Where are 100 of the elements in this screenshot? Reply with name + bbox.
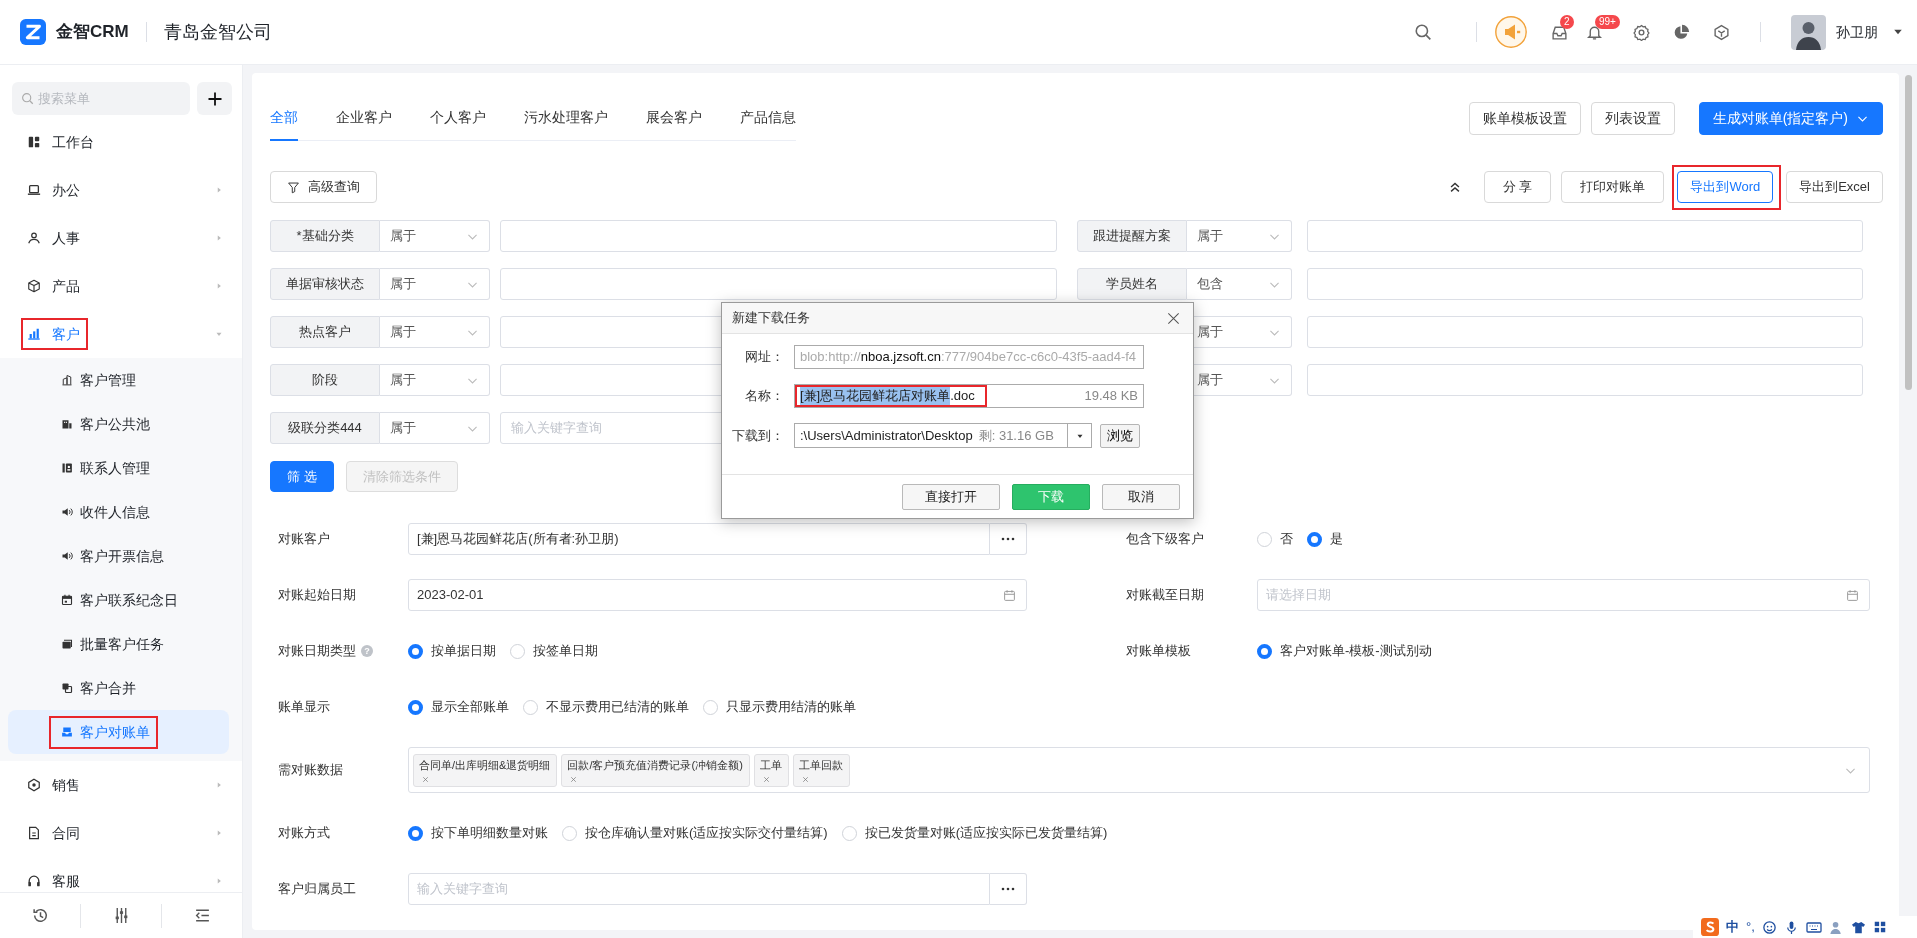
operator-select[interactable]: 属于 — [1187, 220, 1292, 252]
button[interactable]: 导出到Excel — [1786, 171, 1883, 203]
filter-input[interactable] — [1307, 316, 1863, 348]
radio-button[interactable] — [408, 825, 423, 841]
selected-tag[interactable]: 合同单/出库明细&退货明细 — [413, 753, 558, 787]
button[interactable]: 取消 — [1102, 483, 1180, 510]
menu-item[interactable]: 客户对账单 — [8, 710, 229, 754]
button[interactable]: 账单模板设置 — [1468, 101, 1581, 135]
path-field[interactable]: :\Users\Administrator\Desktop 剩: 31.16 GB — [794, 423, 1068, 448]
pie-chart-icon[interactable] — [1673, 23, 1690, 41]
shirt-icon[interactable] — [1850, 919, 1866, 935]
tab[interactable]: 产品信息 — [740, 95, 796, 141]
collapse-menu-icon[interactable] — [193, 907, 211, 924]
settings-icon[interactable] — [1633, 23, 1650, 41]
close-icon[interactable] — [1166, 311, 1181, 327]
remove-icon[interactable] — [569, 774, 579, 784]
menu-item[interactable]: 客户管理 — [8, 358, 229, 402]
operator-select[interactable]: 属于 — [380, 268, 490, 300]
more-button[interactable] — [990, 523, 1027, 555]
selected-tag[interactable]: 工单回款 — [792, 753, 850, 787]
multi-select-field[interactable]: 合同单/出库明细&退货明细 回款/客户预充值消费记录(冲销金额) 工单 工单回款 — [408, 747, 1870, 793]
input-mode[interactable]: 中 — [1726, 917, 1739, 937]
dropdown-button[interactable] — [1068, 423, 1092, 448]
operator-select[interactable]: 属于 — [380, 364, 490, 396]
history-icon[interactable] — [31, 907, 49, 924]
filter-input[interactable] — [500, 220, 1057, 252]
filter-input[interactable] — [1307, 268, 1863, 300]
keyboard-icon[interactable] — [1805, 919, 1822, 935]
radio-option[interactable]: 按已发货量对账(适应按实际已发货量结算) — [841, 823, 1108, 843]
menu-item[interactable]: 客户开票信息 — [8, 534, 229, 578]
radio-button[interactable] — [408, 643, 423, 659]
button[interactable]: 打印对账单 — [1561, 171, 1665, 203]
selected-tag[interactable]: 工单 — [753, 753, 789, 787]
url-field[interactable]: blob:http://nboa.jzsoft.cn:777/904be7cc-c6c0-43f5-aad4-f4 — [794, 345, 1144, 369]
radio-option[interactable]: 按签单日期 — [510, 641, 598, 661]
operator-select[interactable]: 包含 — [1187, 268, 1292, 300]
menu-item[interactable]: 客户合并 — [8, 666, 229, 710]
button[interactable]: 导出到Word — [1677, 171, 1774, 203]
operator-select[interactable]: 属于 — [380, 220, 490, 252]
radio-option[interactable]: 客户对账单-模板-测试别动 — [1257, 641, 1432, 661]
menu-item[interactable]: 客户联系纪念日 — [8, 578, 229, 622]
megaphone-icon[interactable] — [1495, 16, 1527, 48]
radio-option[interactable]: 只显示费用结清的账单 — [703, 697, 856, 717]
cube-icon[interactable] — [1713, 23, 1730, 41]
radio-button[interactable] — [1307, 531, 1322, 547]
radio-option[interactable]: 按单据日期 — [408, 641, 496, 661]
filter-input[interactable] — [1307, 220, 1863, 252]
bell-icon[interactable] — [1586, 23, 1603, 41]
menu-item[interactable]: 客户公共池 — [8, 402, 229, 446]
filter-input[interactable] — [1307, 364, 1863, 396]
menu-item[interactable]: 收件人信息 — [8, 490, 229, 534]
browse-button[interactable]: 浏览 — [1100, 423, 1140, 448]
inbox-icon[interactable] — [1551, 23, 1568, 41]
add-button[interactable] — [197, 82, 232, 115]
file-name-field[interactable]: [兼]恩马花园鲜花店对账单.doc 19.48 KB — [794, 384, 1144, 408]
filter-input[interactable] — [500, 268, 1057, 300]
operator-select[interactable]: 属于 — [380, 316, 490, 348]
advanced-query-button[interactable]: 高级查询 — [270, 171, 377, 203]
radio-option[interactable]: 是 — [1307, 529, 1343, 549]
selected-tag[interactable]: 回款/客户预充值消费记录(冲销金额) — [561, 753, 750, 787]
tab[interactable]: 展会客户 — [646, 95, 702, 141]
menu-item[interactable]: 合同 — [0, 809, 242, 857]
avatar[interactable] — [1791, 14, 1826, 50]
search-icon[interactable] — [1414, 23, 1432, 41]
menu-item[interactable]: 销售 — [0, 761, 242, 809]
input-field[interactable]: [兼]恩马花园鲜花店(所有者:孙卫朋) — [408, 523, 990, 555]
button[interactable]: 筛 选 — [270, 461, 334, 492]
dropdown-button[interactable]: 生成对账单(指定客户) — [1698, 101, 1883, 135]
tab[interactable]: 个人客户 — [430, 95, 486, 141]
menu-item[interactable]: 客服 — [0, 857, 242, 892]
remove-icon[interactable] — [800, 774, 810, 784]
smiley-icon[interactable] — [1761, 919, 1777, 935]
menu-item[interactable]: 联系人管理 — [8, 446, 229, 490]
radio-option[interactable]: 按下单明细数量对账 — [408, 823, 548, 843]
button[interactable]: 列表设置 — [1590, 101, 1675, 135]
button[interactable]: 直接打开 — [902, 483, 1000, 510]
tab[interactable]: 污水处理客户 — [524, 95, 608, 141]
menu-item[interactable]: 客户 — [0, 310, 242, 358]
punctuation-mode[interactable]: °, — [1746, 917, 1755, 937]
radio-button[interactable] — [408, 699, 423, 715]
remove-icon[interactable] — [761, 774, 771, 784]
radio-option[interactable]: 不显示费用已结清的账单 — [523, 697, 689, 717]
radio-button[interactable] — [1257, 643, 1272, 659]
radio-option[interactable]: 显示全部账单 — [408, 697, 509, 717]
menu-item[interactable]: 产品 — [0, 262, 242, 310]
date-field[interactable]: 2023-02-01 — [408, 579, 1027, 611]
operator-select[interactable]: 属于 — [380, 412, 490, 444]
menu-item[interactable]: 人事 — [0, 214, 242, 262]
radio-option[interactable]: 否 — [1257, 529, 1293, 549]
button[interactable]: 分 享 — [1483, 171, 1552, 203]
radio-option[interactable]: 按仓库确认量对账(适应按实际交付量结算) — [562, 823, 828, 843]
menu-item[interactable]: 批量客户任务 — [8, 622, 229, 666]
menu-item[interactable]: 工作台 — [0, 118, 242, 166]
tab[interactable]: 企业客户 — [336, 95, 392, 141]
tab[interactable]: 全部 — [270, 95, 298, 141]
remove-icon[interactable] — [421, 774, 430, 784]
grid-icon[interactable] — [1872, 920, 1887, 934]
scrollbar[interactable] — [1905, 75, 1912, 390]
more-button[interactable] — [990, 873, 1027, 905]
menu-item[interactable]: 办公 — [0, 166, 242, 214]
